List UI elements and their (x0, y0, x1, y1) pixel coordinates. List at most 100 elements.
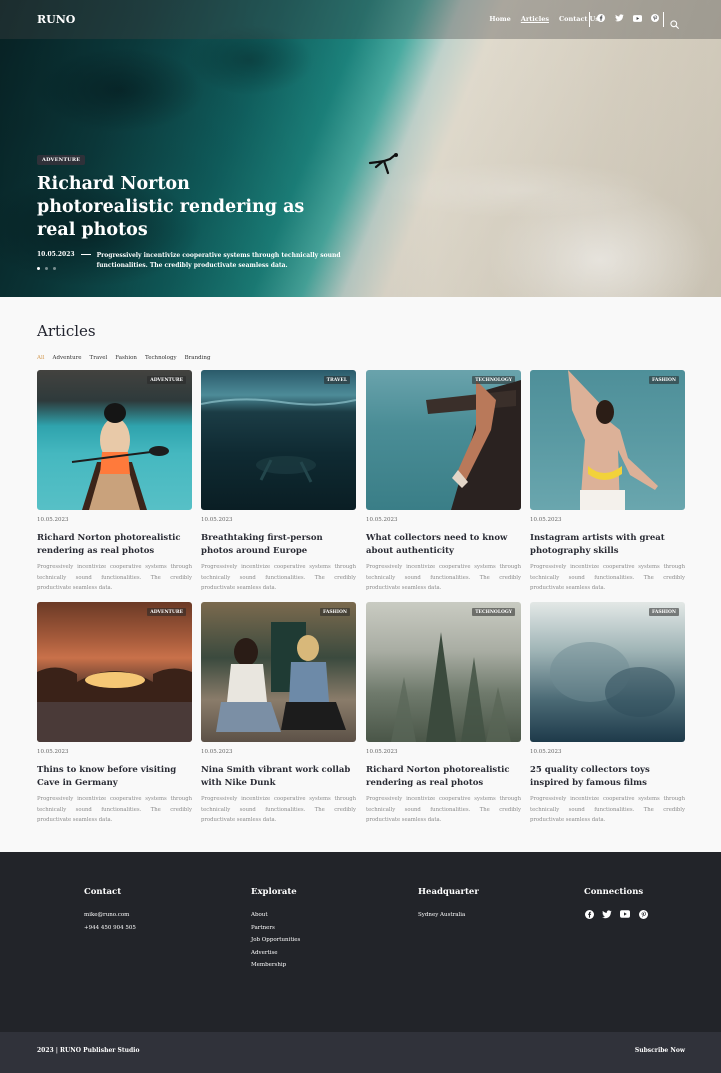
youtube-icon[interactable] (632, 13, 642, 23)
footer-phone[interactable]: +944 450 904 505 (84, 922, 136, 935)
article-card[interactable]: TRAVEL 10.05.2023 Breathtaking first-per… (201, 370, 356, 594)
article-title[interactable]: Breathtaking first-person photos around … (201, 532, 356, 557)
nav-divider-2 (663, 12, 664, 27)
articles-title: Articles (37, 322, 96, 340)
article-excerpt: Progressively incentivize cooperative sy… (366, 796, 521, 823)
pinterest-icon[interactable] (638, 909, 648, 919)
slider-dot-2[interactable] (45, 267, 48, 270)
article-date: 10.05.2023 (530, 517, 562, 523)
article-excerpt: Progressively incentivize cooperative sy… (201, 796, 356, 823)
article-card[interactable]: FASHION 10.05.2023 Instagram artists wit… (530, 370, 685, 594)
article-excerpt: Progressively incentivize cooperative sy… (366, 564, 521, 591)
hero-meta: 10.05.2023 Progressively incentivize coo… (37, 251, 342, 271)
article-image[interactable]: TECHNOLOGY (366, 602, 521, 742)
article-title[interactable]: Nina Smith vibrant work collab with Nike… (201, 764, 356, 789)
twitter-icon[interactable] (614, 13, 624, 23)
article-excerpt: Progressively incentivize cooperative sy… (201, 564, 356, 591)
article-filters: All Adventure Travel Fashion Technology … (37, 355, 210, 361)
category-badge[interactable]: TECHNOLOGY (472, 376, 515, 384)
filter-travel[interactable]: Travel (90, 355, 108, 361)
nav-home[interactable]: Home (489, 15, 511, 23)
article-excerpt: Progressively incentivize cooperative sy… (37, 796, 192, 823)
category-badge[interactable]: ADVENTURE (147, 608, 186, 616)
footer-explorate-title: Explorate (251, 887, 297, 897)
nav-contact[interactable]: Contact Us (559, 15, 599, 23)
article-date: 10.05.2023 (366, 749, 398, 755)
footer-link-membership[interactable]: Membership (251, 959, 300, 972)
footer-headquarter-title: Headquarter (418, 887, 479, 897)
twitter-icon[interactable] (602, 909, 612, 919)
article-date: 10.05.2023 (530, 749, 562, 755)
article-card[interactable]: ADVENTURE 10.05.2023 Thins to know befor… (37, 602, 192, 826)
article-excerpt: Progressively incentivize cooperative sy… (37, 564, 192, 591)
article-image[interactable]: FASHION (530, 602, 685, 742)
nav-social-icons (596, 13, 660, 23)
facebook-icon[interactable] (596, 13, 606, 23)
nav-links: Home Articles Contact Us (489, 15, 599, 23)
hero-category-badge[interactable]: ADVENTURE (37, 155, 86, 165)
hero-date: 10.05.2023 (37, 251, 75, 258)
subscribe-link[interactable]: Subscribe Now (635, 1047, 685, 1054)
article-date: 10.05.2023 (201, 517, 233, 523)
top-navbar: RUNO Home Articles Contact Us (0, 0, 721, 39)
article-title[interactable]: Richard Norton photorealistic rendering … (37, 532, 192, 557)
article-excerpt: Progressively incentivize cooperative sy… (530, 564, 685, 591)
article-card[interactable]: FASHION 10.05.2023 25 quality collectors… (530, 602, 685, 826)
slider-dots (37, 267, 56, 270)
article-title[interactable]: Richard Norton photorealistic rendering … (366, 764, 521, 789)
article-date: 10.05.2023 (366, 517, 398, 523)
footer-address: Sydney Australia (418, 912, 466, 918)
hero-slider: RUNO Home Articles Contact Us ADVENTURE … (0, 0, 721, 297)
category-badge[interactable]: FASHION (648, 608, 679, 616)
hero-title[interactable]: Richard Norton photorealistic rendering … (37, 173, 327, 242)
article-card[interactable]: TECHNOLOGY 10.05.2023 Richard Norton pho… (366, 602, 521, 826)
footer-link-about[interactable]: About (251, 909, 300, 922)
article-image[interactable]: FASHION (201, 602, 356, 742)
article-image[interactable]: TECHNOLOGY (366, 370, 521, 510)
nav-articles[interactable]: Articles (521, 15, 549, 23)
hero-excerpt: Progressively incentivize cooperative sy… (96, 252, 341, 269)
filter-fashion[interactable]: Fashion (115, 355, 137, 361)
footer-email[interactable]: mike@runo.com (84, 909, 136, 922)
article-title[interactable]: 25 quality collectors toys inspired by f… (530, 764, 685, 789)
article-card[interactable]: FASHION 10.05.2023 Nina Smith vibrant wo… (201, 602, 356, 826)
filter-adventure[interactable]: Adventure (53, 355, 82, 361)
hero-meta-divider (80, 254, 91, 255)
footer-headquarter: Headquarter Sydney Australia (418, 887, 479, 922)
article-title[interactable]: Instagram artists with great photography… (530, 532, 685, 557)
category-badge[interactable]: FASHION (319, 608, 350, 616)
article-image[interactable]: ADVENTURE (37, 602, 192, 742)
filter-branding[interactable]: Branding (185, 355, 211, 361)
youtube-icon[interactable] (620, 909, 630, 919)
slider-dot-3[interactable] (53, 267, 56, 270)
article-title[interactable]: Thins to know before visiting Cave in Ge… (37, 764, 192, 789)
category-badge[interactable]: TRAVEL (323, 376, 350, 384)
category-badge[interactable]: TECHNOLOGY (472, 608, 515, 616)
article-card[interactable]: ADVENTURE 10.05.2023 Richard Norton phot… (37, 370, 192, 594)
article-title[interactable]: What collectors need to know about authe… (366, 532, 521, 557)
article-image[interactable]: FASHION (530, 370, 685, 510)
category-badge[interactable]: ADVENTURE (147, 376, 186, 384)
filter-technology[interactable]: Technology (145, 355, 177, 361)
nav-divider (589, 12, 590, 27)
footer-link-partners[interactable]: Partners (251, 922, 300, 935)
article-image[interactable]: ADVENTURE (37, 370, 192, 510)
filter-all[interactable]: All (37, 355, 45, 361)
facebook-icon[interactable] (584, 909, 594, 919)
category-badge[interactable]: FASHION (648, 376, 679, 384)
footer-connections: Connections (584, 887, 648, 919)
footer-link-jobs[interactable]: Job Opportunities (251, 934, 300, 947)
article-card[interactable]: TECHNOLOGY 10.05.2023 What collectors ne… (366, 370, 521, 594)
article-date: 10.05.2023 (37, 749, 69, 755)
copyright: 2023 | RUNO Publisher Studio (37, 1047, 140, 1054)
pinterest-icon[interactable] (650, 13, 660, 23)
footer-explorate: Explorate About Partners Job Opportuniti… (251, 887, 300, 972)
site-logo[interactable]: RUNO (37, 13, 75, 26)
slider-dot-1[interactable] (37, 267, 40, 270)
footer-social-icons (584, 909, 648, 919)
footer-link-advertise[interactable]: Advertise (251, 947, 300, 960)
search-icon[interactable] (670, 14, 679, 33)
article-image[interactable]: TRAVEL (201, 370, 356, 510)
site-footer (0, 852, 721, 1032)
article-date: 10.05.2023 (37, 517, 69, 523)
